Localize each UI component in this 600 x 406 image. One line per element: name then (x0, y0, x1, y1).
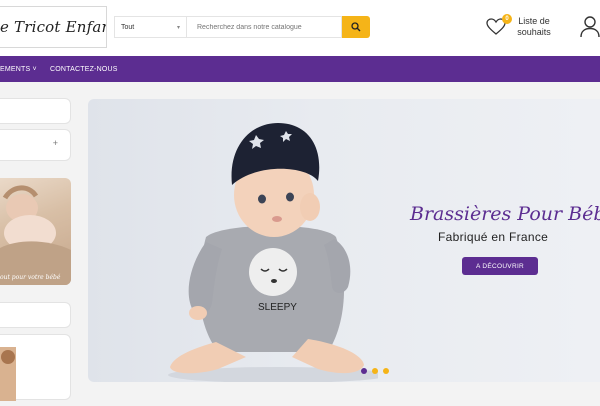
site-header: ette Tricot Enfant Tout ▾ 0 Liste de sou… (0, 0, 600, 56)
hero-subtitle: Fabriqué en France (438, 230, 549, 244)
search-icon (351, 22, 361, 32)
sidebar-promo-image[interactable]: out pour votre bébé (0, 178, 71, 285)
user-icon[interactable] (580, 16, 600, 38)
wishlist-count-badge: 0 (502, 14, 512, 24)
wishlist-label: Liste de souhaits (517, 16, 551, 37)
logo-text: ette Tricot Enfant (0, 18, 106, 36)
wishlist-link[interactable]: 0 Liste de souhaits (486, 14, 556, 42)
site-logo[interactable]: ette Tricot Enfant (0, 6, 107, 48)
sidebar-block-top (0, 98, 71, 124)
search-input[interactable] (186, 16, 342, 38)
hero-title: Brassières Pour Bébé (410, 203, 600, 225)
sidebar-product-card[interactable] (0, 334, 71, 401)
sidebar-block-bottom (0, 302, 71, 328)
slider-dot[interactable] (383, 368, 389, 374)
plus-icon[interactable]: + (53, 138, 58, 148)
discover-button[interactable]: A DÉCOUVRIR (462, 257, 538, 275)
slider-dot[interactable] (361, 368, 367, 374)
search-category-select[interactable]: Tout ▾ (114, 16, 186, 38)
search-category-value: Tout (121, 23, 135, 31)
slider-dot[interactable] (372, 368, 378, 374)
nav-item-contact[interactable]: CONTACTEZ-NOUS (50, 66, 118, 73)
hero-slider[interactable]: SLEEPY Brassières Pour Bébé Fabriqué en … (88, 99, 600, 382)
chevron-down-icon: ▾ (176, 25, 180, 31)
main-nav: EMENTS ˅ CONTACTEZ-NOUS (0, 56, 600, 82)
search-bar: Tout ▾ (114, 16, 370, 38)
svg-text:SLEEPY: SLEEPY (258, 302, 297, 313)
promo-caption: out pour votre bébé (0, 274, 61, 281)
baby-model-image: SLEEPY (168, 123, 378, 382)
search-button[interactable] (342, 16, 370, 38)
product-thumb-icon (0, 347, 16, 401)
sidebar-category-block[interactable]: + (0, 129, 71, 161)
nav-item-vetements[interactable]: EMENTS ˅ (0, 66, 37, 73)
baby-photo-icon (0, 185, 71, 285)
slider-pagination (361, 368, 389, 374)
